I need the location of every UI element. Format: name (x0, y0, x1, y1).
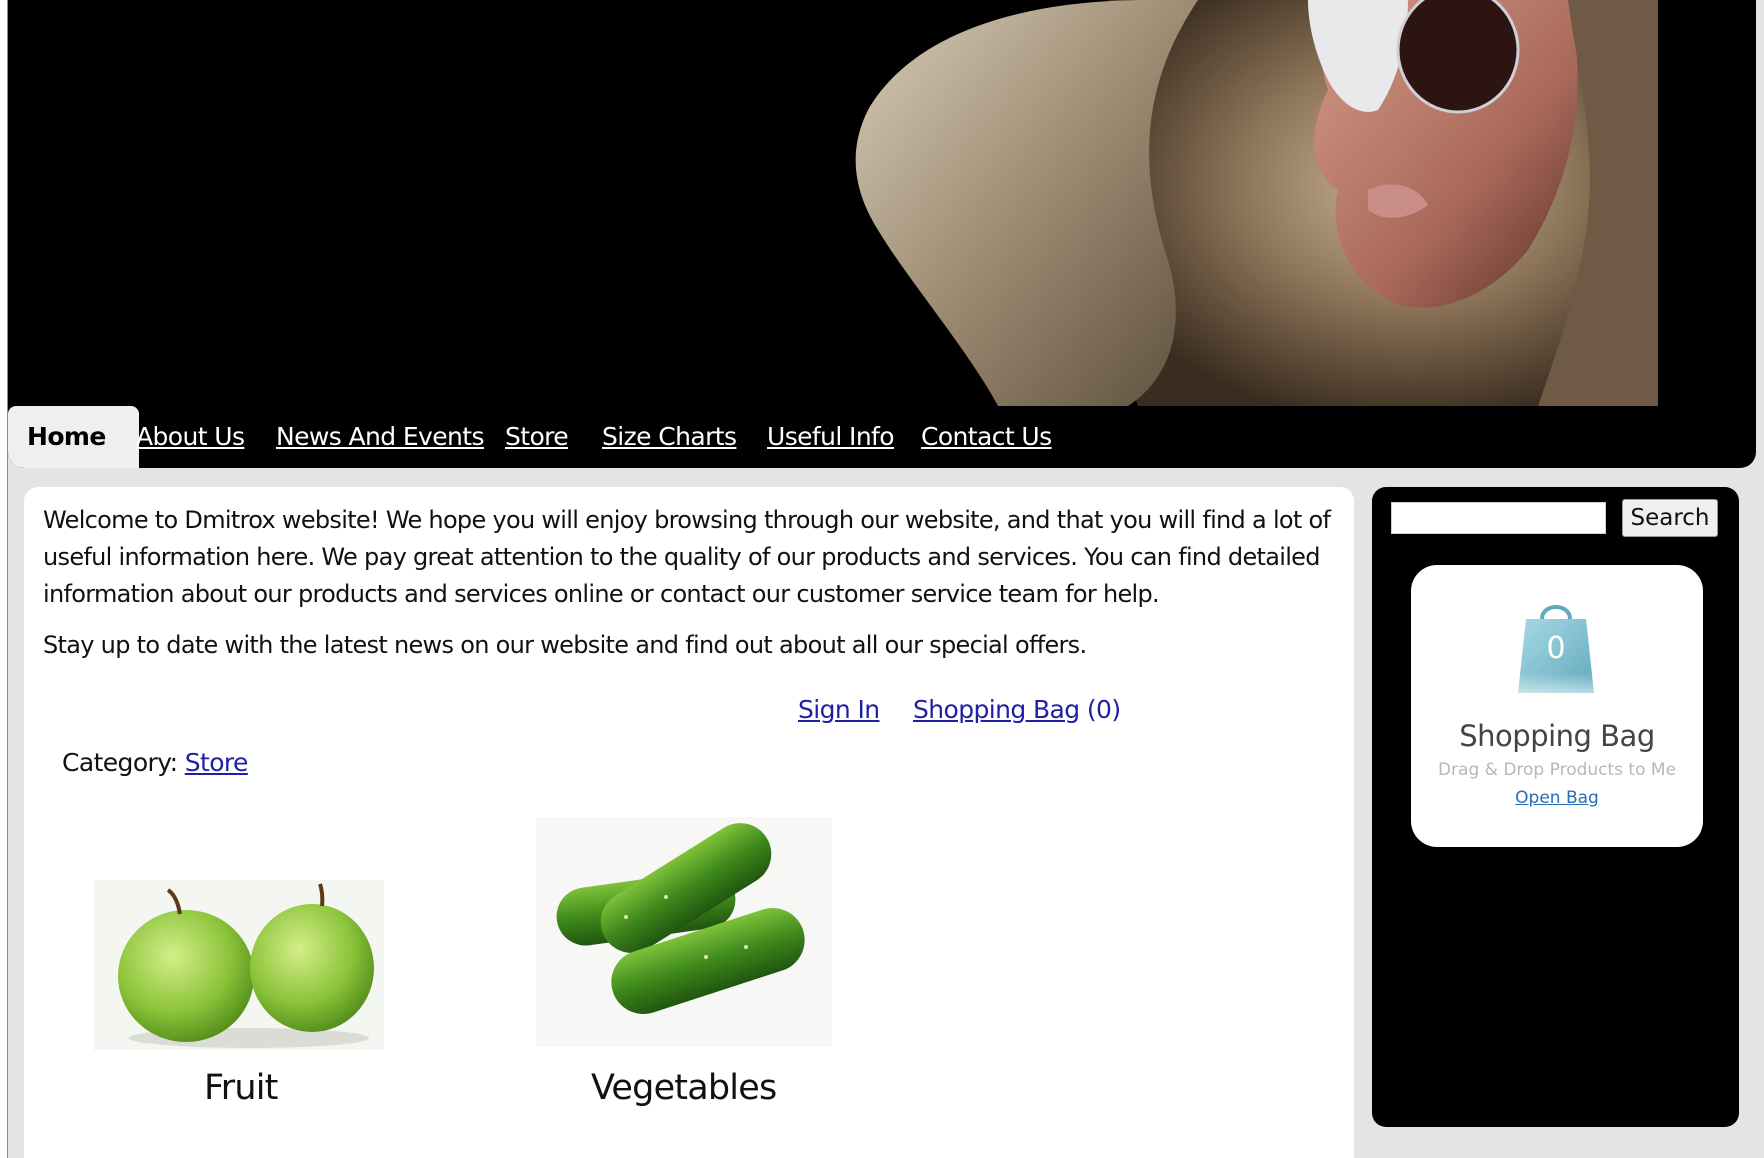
nav-useful-info[interactable]: Useful Info (767, 406, 895, 468)
nav-size-charts[interactable]: Size Charts (602, 406, 737, 468)
fruit-image[interactable] (94, 880, 384, 1050)
product-vegetables-label[interactable]: Vegetables (591, 1068, 777, 1108)
shopping-bag-link[interactable]: Shopping Bag (913, 695, 1080, 724)
product-fruit-label[interactable]: Fruit (204, 1068, 278, 1108)
category-store-link[interactable]: Store (185, 748, 249, 777)
banner-image (8, 0, 1756, 406)
shopping-bag-widget[interactable]: 0 Shopping Bag Drag & Drop Products to M… (1411, 565, 1703, 847)
category-label: Category: (62, 748, 178, 777)
search-button[interactable]: Search (1622, 499, 1718, 537)
shopping-bag-status: Shopping Bag (0) (913, 695, 1121, 724)
page: Home About Us News And Events Store Size… (0, 0, 1764, 1158)
bag-count-badge: 0 (1546, 631, 1566, 666)
search-input[interactable] (1391, 502, 1606, 534)
sign-in-link[interactable]: Sign In (798, 695, 880, 724)
sidebar: Search 0 Shopping Bag Drag & Drop Produc… (1372, 487, 1739, 1127)
nav-about-us[interactable]: About Us (136, 406, 245, 468)
nav-home-tab[interactable]: Home (8, 406, 139, 468)
open-bag-link[interactable]: Open Bag (1411, 788, 1703, 808)
shopping-bag-count: (0) (1086, 695, 1121, 724)
news-paragraph: Stay up to date with the latest news on … (43, 631, 1087, 659)
category-breadcrumb: Category: Store (62, 748, 248, 777)
main-content: Welcome to Dmitrox website! We hope you … (24, 487, 1354, 1158)
vegetables-image[interactable] (536, 817, 832, 1047)
window-left-edge (0, 0, 8, 1158)
nav-contact-us[interactable]: Contact Us (921, 406, 1052, 468)
site-header: Home About Us News And Events Store Size… (8, 0, 1756, 468)
bag-subtitle: Drag & Drop Products to Me (1437, 760, 1677, 780)
nav-news-and-events[interactable]: News And Events (276, 406, 485, 468)
nav-store[interactable]: Store (505, 406, 569, 468)
bag-title: Shopping Bag (1459, 719, 1655, 753)
welcome-paragraph: Welcome to Dmitrox website! We hope you … (43, 506, 1331, 608)
